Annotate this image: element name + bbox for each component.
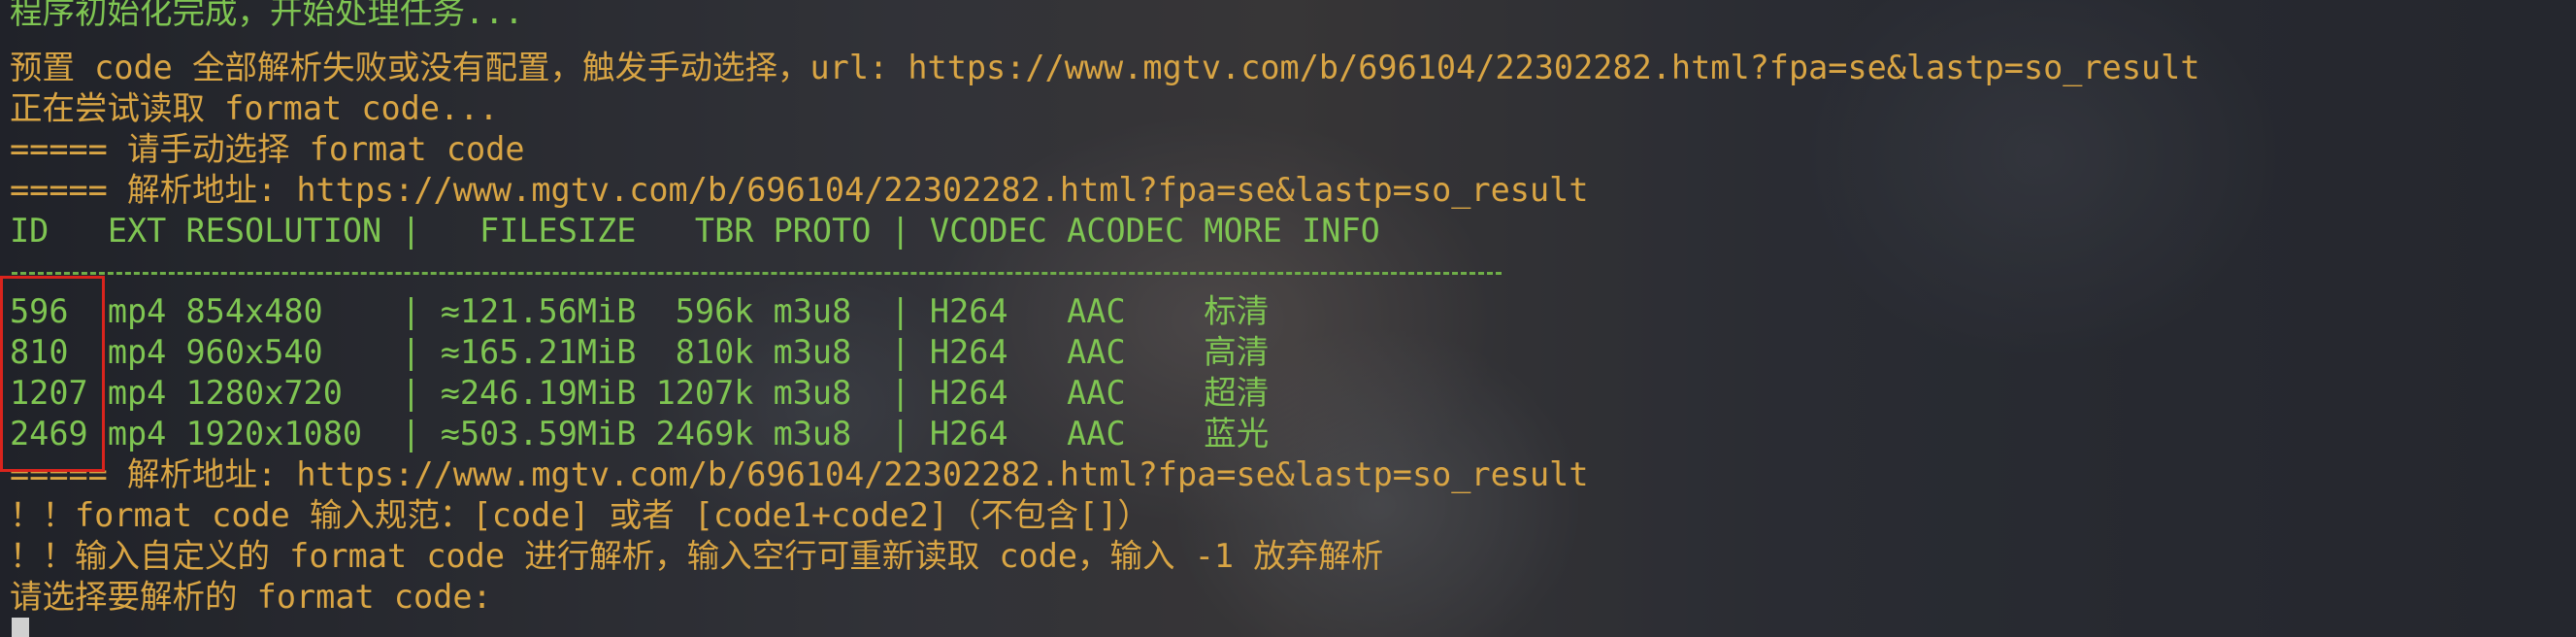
format-row-2469: 2469 mp4 1920x1080 | ≈503.59MiB 2469k m3… <box>10 415 1270 453</box>
terminal-window[interactable]: 程序初始化完成，开始处理任务... 预置 code 全部解析失败或没有配置，触发… <box>10 0 2576 637</box>
custom-format-hint-line: ！！输入自定义的 format code 进行解析，输入空行可重新读取 code… <box>10 537 1384 575</box>
table-divider <box>12 272 1502 275</box>
format-row-810: 810 mp4 960x540 | ≈165.21MiB 810k m3u8 |… <box>10 333 1270 371</box>
init-complete-line: 程序初始化完成，开始处理任务... <box>10 0 524 31</box>
input-prompt[interactable]: 请选择要解析的 format code: <box>10 577 492 618</box>
parse-address-line: ===== 解析地址: https://www.mgtv.com/b/69610… <box>10 171 1589 209</box>
reading-format-code-line: 正在尝试读取 format code... <box>10 89 499 127</box>
manual-select-header-line: ===== 请手动选择 format code <box>10 130 525 168</box>
format-table-header: ID EXT RESOLUTION | FILESIZE TBR PROTO |… <box>10 212 1380 250</box>
format-code-spec-line: ！！format code 输入规范：[code] 或者 [code1+code… <box>10 496 1150 534</box>
text-cursor <box>12 618 29 637</box>
id-column-highlight <box>0 276 105 472</box>
format-row-1207: 1207 mp4 1280x720 | ≈246.19MiB 1207k m3u… <box>10 374 1270 412</box>
format-row-596: 596 mp4 854x480 | ≈121.56MiB 596k m3u8 |… <box>10 292 1270 330</box>
manual-select-trigger-line: 预置 code 全部解析失败或没有配置，触发手动选择，url: https://… <box>10 49 2200 86</box>
parse-address-footer-line: ===== 解析地址: https://www.mgtv.com/b/69610… <box>10 455 1589 493</box>
